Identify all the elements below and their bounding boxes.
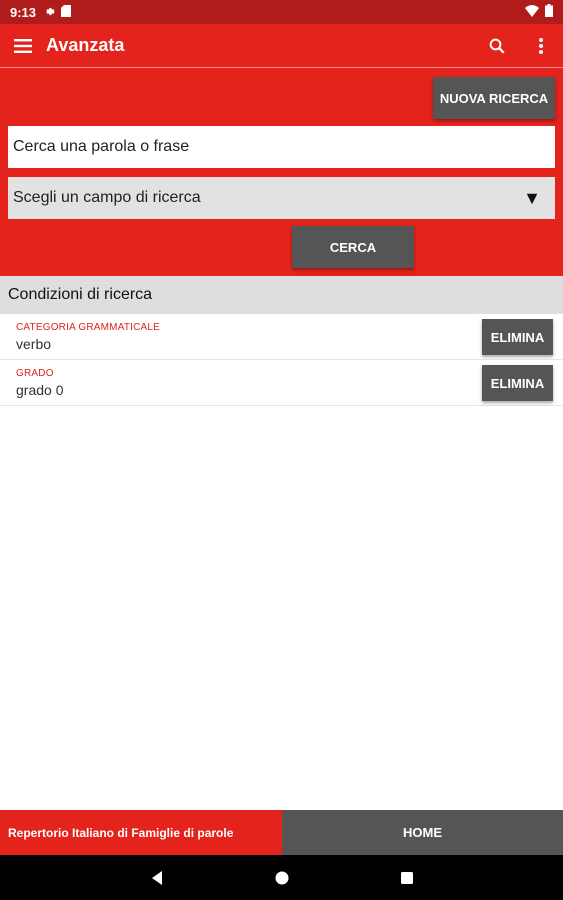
conditions-header: Condizioni di ricerca: [0, 276, 563, 314]
footer: Repertorio Italiano di Famiglie di parol…: [0, 810, 563, 855]
condition-label: CATEGORIA GRAMMATICALE: [16, 322, 161, 333]
search-field-select[interactable]: Scegli un campo di ricerca ▼: [8, 177, 555, 219]
search-input[interactable]: [8, 126, 555, 168]
battery-icon: [545, 4, 553, 20]
system-nav-bar: [0, 855, 563, 900]
search-button[interactable]: CERCA: [292, 226, 414, 268]
wifi-icon: [525, 4, 539, 20]
dropdown-arrow-icon[interactable]: ▼: [509, 177, 555, 219]
more-vert-icon[interactable]: [519, 24, 563, 68]
recents-icon[interactable]: [392, 863, 422, 893]
sd-card-icon: [61, 4, 72, 20]
page-title: Avanzata: [46, 35, 125, 55]
delete-button[interactable]: ELIMINA: [482, 319, 553, 355]
status-bar: 9:13: [0, 0, 563, 24]
new-search-button[interactable]: NUOVA RICERCA: [433, 77, 555, 119]
app-bar: Avanzata: [0, 24, 563, 68]
conditions-list: CATEGORIA GRAMMATICALE verbo ELIMINA GRA…: [0, 314, 563, 406]
list-item: GRADO grado 0 ELIMINA: [0, 360, 563, 406]
back-icon[interactable]: [142, 863, 172, 893]
condition-value: grado 0: [16, 382, 64, 398]
gear-icon: [44, 5, 55, 20]
footer-app-name[interactable]: Repertorio Italiano di Famiglie di parol…: [0, 810, 282, 855]
list-item: CATEGORIA GRAMMATICALE verbo ELIMINA: [0, 314, 563, 360]
delete-button[interactable]: ELIMINA: [482, 365, 553, 401]
menu-icon[interactable]: [0, 24, 46, 68]
search-panel: NUOVA RICERCA Scegli un campo di ricerca…: [0, 68, 563, 276]
home-button[interactable]: HOME: [282, 810, 563, 855]
search-field-select-value: Scegli un campo di ricerca: [13, 189, 201, 206]
status-time: 9:13: [10, 4, 37, 20]
condition-label: GRADO: [16, 368, 54, 379]
home-circle-icon[interactable]: [267, 863, 297, 893]
search-icon[interactable]: [475, 24, 519, 68]
condition-value: verbo: [16, 336, 52, 352]
